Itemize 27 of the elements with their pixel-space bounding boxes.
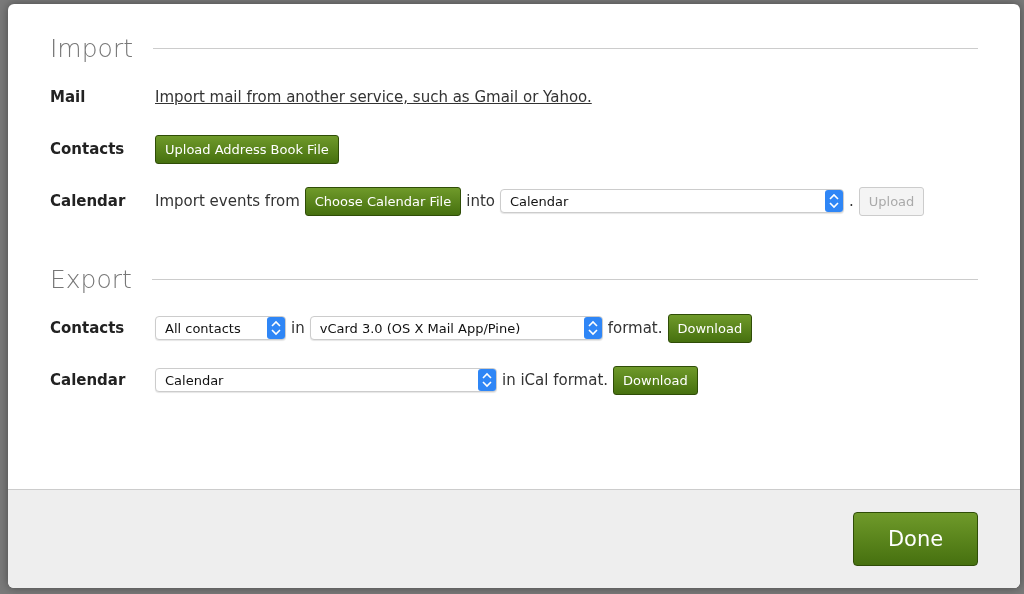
row-label: Mail [50,88,87,106]
stepper-icon [824,190,843,212]
action-button[interactable]: Choose Calendar File [304,186,462,216]
inline-text: . [848,192,854,210]
inline-text: in iCal format. [502,371,609,389]
row-label: Calendar [50,371,127,389]
done-button[interactable]: Done [853,512,978,566]
inline-text: in [291,319,305,337]
stepper-icon [478,369,496,391]
stepper-icon [267,317,285,339]
dropdown[interactable]: Calendar [155,368,497,392]
inline-text: format. [607,319,663,337]
action-button[interactable]: Download [667,313,753,343]
section-title: Import [50,34,133,63]
row-label: Contacts [50,319,126,337]
action-button[interactable]: Upload Address Book File [155,134,339,164]
dropdown[interactable]: All contacts [155,316,286,340]
section-title: Export [50,265,132,294]
inline-text: into [466,192,495,210]
row-label: Contacts [50,140,126,158]
row-label: Calendar [50,192,127,210]
dropdown[interactable]: Calendar [499,189,844,213]
inline-text: Import events from [155,192,300,210]
import-link[interactable]: Import mail from another service, such as Gmail or Yahoo. [155,88,592,106]
dropdown[interactable]: vCard 3.0 (OS X Mail App/Pine) [309,316,603,340]
action-button[interactable]: Download [613,365,698,395]
stepper-icon [583,317,602,339]
